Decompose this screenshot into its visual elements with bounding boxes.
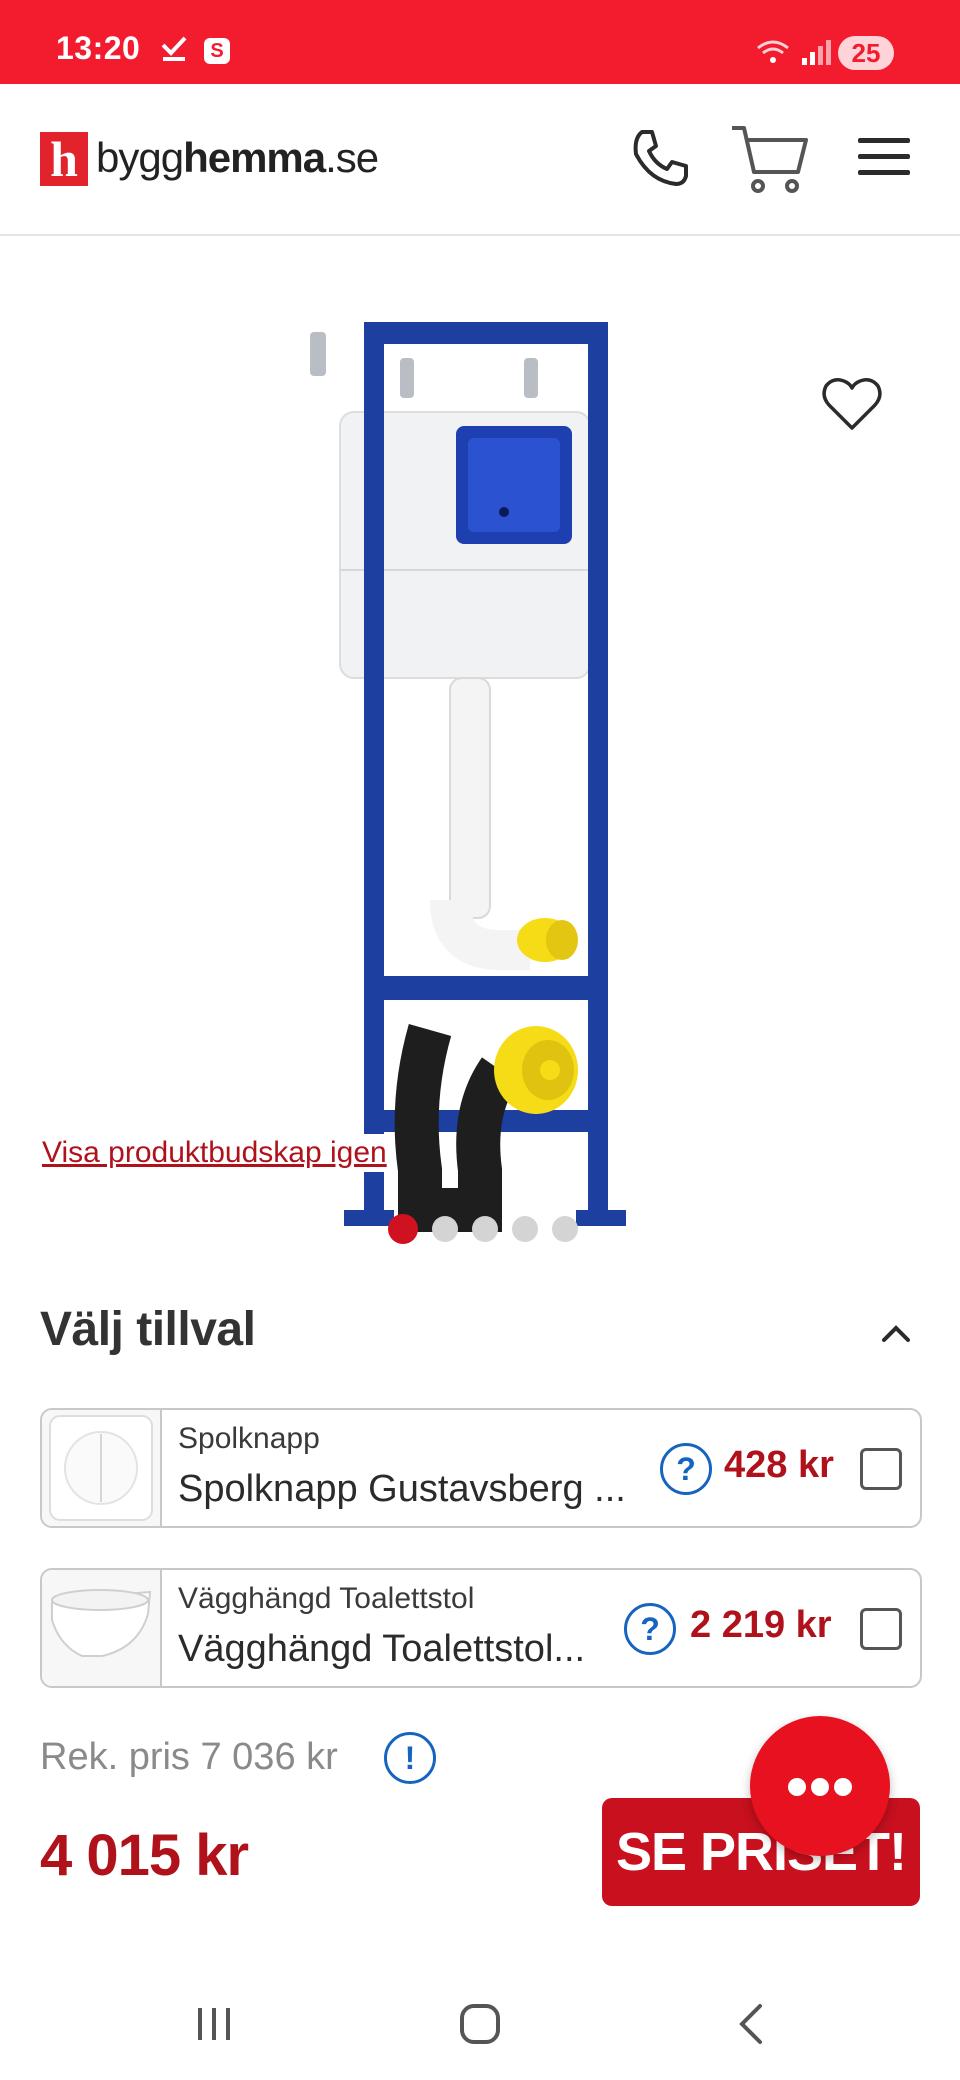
- help-icon[interactable]: ?: [660, 1443, 712, 1495]
- phone-icon[interactable]: [628, 126, 692, 190]
- check-icon: [161, 36, 187, 61]
- pagination-dot[interactable]: [472, 1216, 498, 1242]
- wifi-icon: [757, 40, 789, 63]
- addon-name: Spolknapp Gustavsberg ...: [178, 1468, 626, 1510]
- logo-wordmark: bygghemma.se: [96, 134, 379, 181]
- logo-mark: h: [40, 132, 88, 186]
- show-product-message-link[interactable]: Visa produktbudskap igen: [38, 1134, 391, 1172]
- system-nav-bar: [0, 1960, 960, 2080]
- addon-name: Vägghängd Toalettstol...: [178, 1628, 586, 1670]
- addon-category: Vägghängd Toalettstol: [178, 1582, 475, 1615]
- recent-apps-icon[interactable]: [194, 2004, 234, 2044]
- recommended-price: Rek. pris 7 036 kr: [40, 1736, 338, 1778]
- addon-price: 428 kr: [724, 1444, 834, 1486]
- chevron-up-icon[interactable]: [878, 1318, 914, 1348]
- product-image[interactable]: [300, 310, 640, 1250]
- back-icon[interactable]: [732, 2002, 772, 2046]
- info-icon[interactable]: !: [384, 1732, 436, 1784]
- ellipsis-icon: [788, 1778, 806, 1796]
- addon-item-toilet[interactable]: Vägghängd Toalettstol Vägghängd Toaletts…: [40, 1568, 922, 1688]
- battery-indicator: 25: [838, 36, 894, 70]
- gallery-pagination: [388, 1214, 578, 1244]
- pagination-dot[interactable]: [552, 1216, 578, 1242]
- pagination-dot-active[interactable]: [388, 1214, 418, 1244]
- addon-thumbnail: [42, 1570, 162, 1686]
- pagination-dot[interactable]: [512, 1216, 538, 1242]
- addon-item-flush-button[interactable]: Spolknapp Spolknapp Gustavsberg ... ? 42…: [40, 1408, 922, 1528]
- site-header: h bygghemma.se: [0, 84, 960, 236]
- home-icon[interactable]: [458, 2002, 502, 2046]
- signal-icon: [802, 40, 831, 65]
- addon-checkbox[interactable]: [860, 1608, 902, 1650]
- status-bar: 13:20 S 25: [0, 0, 960, 84]
- notification-app-icon: S: [204, 38, 230, 64]
- product-price: 4 015 kr: [40, 1823, 249, 1888]
- toilet-image: [51, 1589, 152, 1657]
- status-time: 13:20: [56, 30, 141, 66]
- addon-thumbnail: [42, 1410, 162, 1526]
- cart-icon[interactable]: [728, 116, 812, 200]
- pagination-dot[interactable]: [432, 1216, 458, 1242]
- heart-icon[interactable]: [820, 374, 884, 434]
- flush-button-image: [49, 1415, 153, 1521]
- chat-button[interactable]: [750, 1716, 890, 1856]
- help-icon[interactable]: ?: [624, 1603, 676, 1655]
- addon-category: Spolknapp: [178, 1422, 320, 1455]
- ellipsis-icon-dot: [811, 1778, 829, 1796]
- addon-checkbox[interactable]: [860, 1448, 902, 1490]
- addon-price: 2 219 kr: [690, 1604, 832, 1646]
- ellipsis-icon-dot: [834, 1778, 852, 1796]
- menu-icon[interactable]: [856, 132, 912, 182]
- addons-title: Välj tillval: [40, 1303, 256, 1356]
